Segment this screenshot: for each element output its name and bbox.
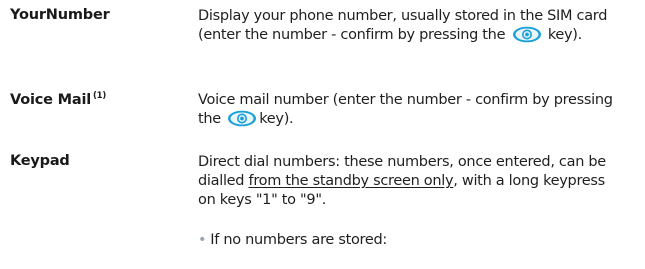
description-text-end: key). bbox=[547, 27, 582, 43]
bullet-item: • If no numbers are stored: bbox=[198, 232, 618, 248]
term-label: Keypad bbox=[10, 153, 70, 169]
footnote-marker: (1) bbox=[93, 91, 107, 101]
ok-key-icon bbox=[227, 110, 257, 127]
description-voice-mail: Voice mail number (enter the number - co… bbox=[198, 91, 618, 129]
description-keypad: Direct dial numbers: these numbers, once… bbox=[198, 153, 618, 210]
term-keypad: Keypad bbox=[10, 153, 70, 169]
bullet-marker: • bbox=[198, 232, 207, 248]
underlined-text: from the standby screen only bbox=[248, 173, 454, 189]
manual-page: YourNumber Display your phone number, us… bbox=[0, 0, 645, 269]
description-your-number: Display your phone number, usually store… bbox=[198, 7, 618, 45]
description-text: Display your phone number, usually store… bbox=[198, 8, 608, 43]
description-text-end: key). bbox=[259, 111, 294, 127]
ok-key-icon bbox=[512, 26, 542, 43]
bullet-text: If no numbers are stored: bbox=[210, 232, 388, 248]
term-label: YourNumber bbox=[10, 7, 110, 23]
term-label: Voice Mail bbox=[10, 92, 91, 108]
term-your-number: YourNumber bbox=[10, 7, 110, 23]
term-voice-mail: Voice Mail (1) bbox=[10, 91, 106, 108]
